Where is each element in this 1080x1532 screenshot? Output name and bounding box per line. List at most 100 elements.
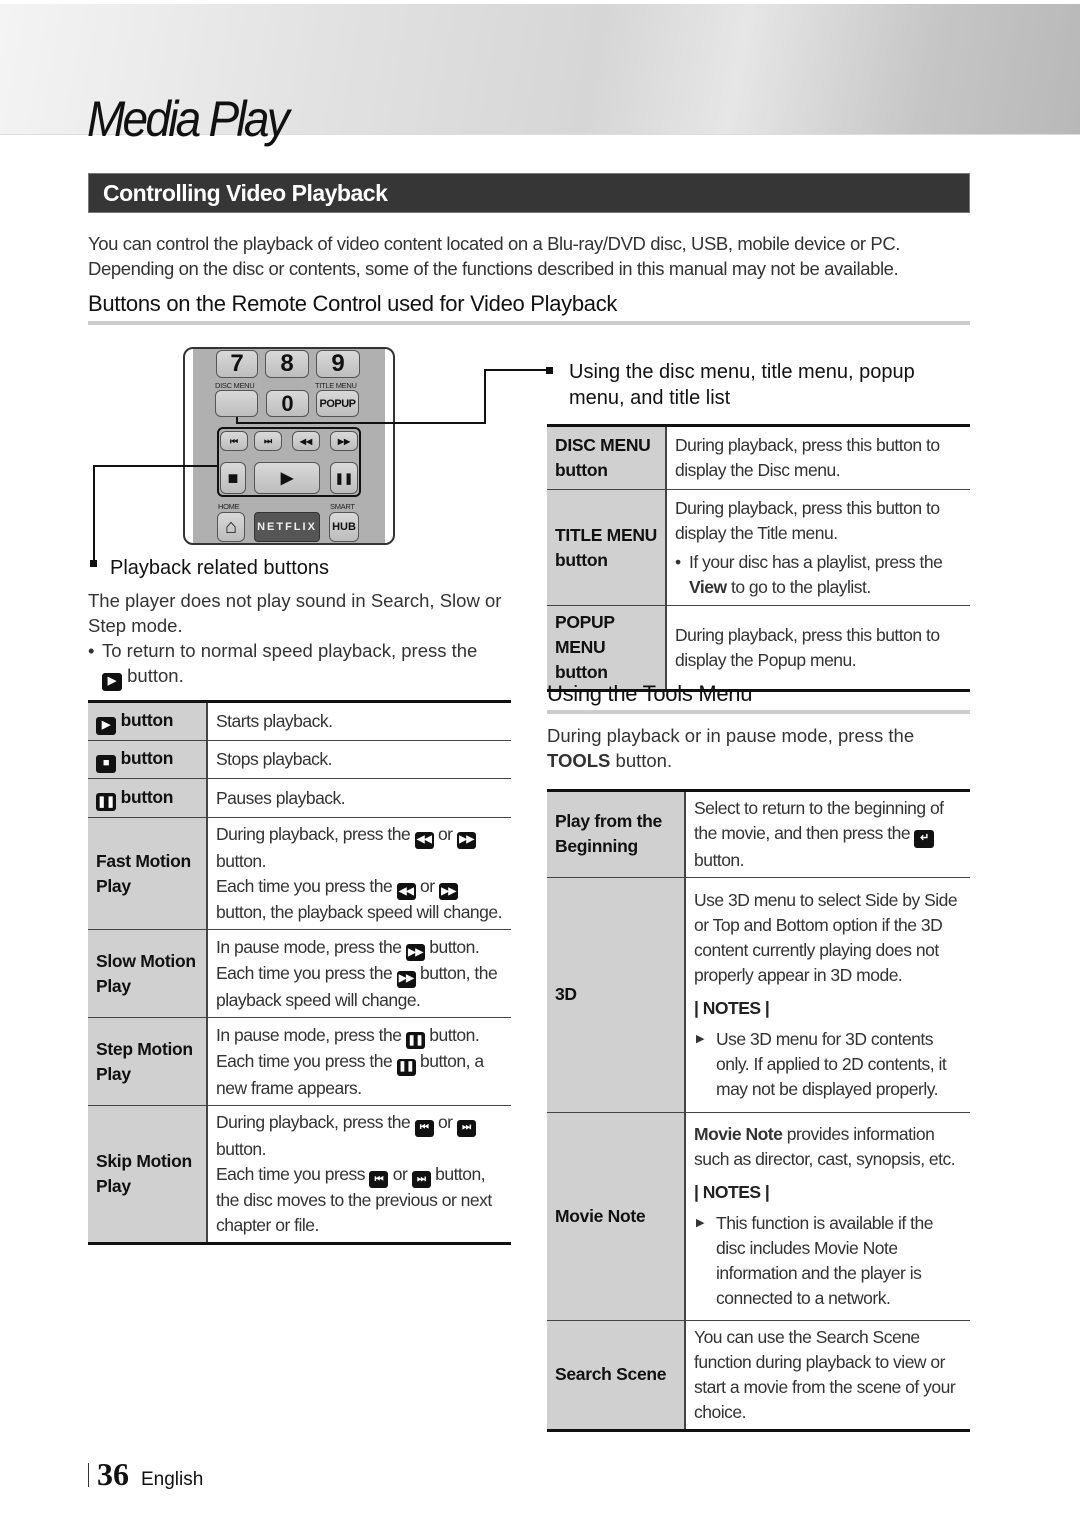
skip-forward-icon: ⏭: [254, 431, 282, 451]
row-value: During playback, press this button to di…: [675, 624, 940, 670]
row-value: During playback, press this button to di…: [675, 435, 940, 480]
remote-label-smart: SMART: [330, 502, 355, 511]
row-value: Select to return to the beginning of the…: [694, 798, 944, 870]
play-icon: ▶: [96, 716, 116, 735]
remote-key-0: 0: [266, 390, 309, 417]
table-row: TITLE MENU button During playback, press…: [547, 489, 970, 606]
table-row: Skip Motion Play During playback, press …: [88, 1105, 511, 1244]
table-row: POPUP MENU button During playback, press…: [547, 605, 970, 691]
playback-section-title: Playback related buttons: [110, 557, 330, 579]
tools-menu-table: Play from the Beginning Select to return…: [547, 789, 970, 1432]
connector-line: [484, 369, 486, 424]
skip-back-icon: ⏮: [414, 1119, 434, 1137]
row-key: Skip Motion Play: [88, 1105, 208, 1244]
skip-forward-icon: ⏭: [456, 1119, 476, 1137]
remote-key-8: 8: [265, 350, 309, 378]
row-key: DISC MENU button: [547, 425, 667, 490]
row-key: Step Motion Play: [88, 1017, 208, 1106]
subheading-remote-buttons: Buttons on the Remote Control used for V…: [88, 291, 618, 316]
page-footer: 36 English: [88, 1456, 203, 1493]
fast-forward-icon: ▶▶: [456, 831, 476, 849]
table-row: ❚❚ button Pauses playback.: [88, 778, 511, 818]
rewind-icon: ◀◀: [414, 831, 434, 849]
row-value: Movie Note provides information such as …: [685, 1112, 970, 1320]
callout-marker: [546, 367, 553, 374]
skip-back-icon: ⏮: [369, 1171, 389, 1188]
playback-buttons-table: ▶ button Starts playback. ■ button Stops…: [88, 700, 511, 1245]
play-icon: ▶: [254, 462, 320, 494]
pause-icon: ❚❚: [405, 1032, 425, 1049]
table-row: Search Scene You can use the Search Scen…: [547, 1320, 970, 1430]
row-value: Starts playback.: [216, 711, 333, 731]
table-row: Play from the Beginning Select to return…: [547, 790, 970, 877]
section-title: Controlling Video Playback: [103, 180, 388, 206]
remote-key-9: 9: [316, 350, 360, 378]
intro-paragraph: You can control the playback of video co…: [88, 233, 901, 279]
remote-key-popup: POPUP: [316, 390, 359, 417]
subheading-rule: [547, 710, 970, 714]
row-key: 3D: [547, 877, 686, 1112]
bullet-text: To return to normal speed playback, pres…: [102, 640, 478, 661]
home-icon: ⌂: [217, 512, 245, 542]
chapter-title: Media Play: [87, 91, 290, 147]
bullet-text: button.: [127, 665, 184, 686]
callout-marker: [90, 560, 97, 567]
row-value: Pauses playback.: [216, 787, 346, 808]
remote-key-disc-menu: [215, 390, 258, 417]
bullet-dot: •: [88, 640, 95, 661]
tools-section-title: Using the Tools Menu: [547, 681, 753, 706]
row-key: ▶ button: [88, 701, 208, 741]
page-number: 36: [97, 1456, 129, 1492]
pause-icon: ❚❚: [396, 1058, 416, 1076]
row-value: You can use the Search Scene function du…: [694, 1326, 956, 1422]
subheading-rule: [88, 321, 970, 325]
stop-icon: ■: [96, 754, 116, 773]
row-value: During playback, press the ⏮ or ⏭ button…: [216, 1112, 492, 1235]
fast-forward-icon: ▶▶: [396, 970, 416, 988]
row-key: Movie Note: [547, 1112, 686, 1320]
remote-label-home: HOME: [218, 502, 240, 511]
row-key: Slow Motion Play: [88, 929, 208, 1018]
remote-label-title-menu: TITLE MENU: [315, 381, 357, 390]
fast-forward-icon: ▶▶: [438, 883, 458, 900]
triangle-bullet-icon: ▶: [696, 1216, 704, 1229]
remote-key-hub: HUB: [329, 512, 359, 542]
row-key: POPUP MENU button: [547, 605, 667, 691]
row-value: In pause mode, press the ❚❚ button. Each…: [216, 1024, 484, 1098]
row-key: ❚❚ button: [88, 778, 208, 818]
remote-key-7: 7: [216, 350, 258, 378]
menu-section-title: Using the disc menu, title menu, popup m…: [569, 361, 915, 409]
connector-line: [484, 369, 546, 371]
row-value: In pause mode, press the ▶▶ button. Each…: [216, 936, 498, 1010]
row-key: ■ button: [88, 740, 208, 779]
table-row: DISC MENU button During playback, press …: [547, 425, 970, 490]
table-row: ▶ button Starts playback.: [88, 701, 511, 741]
playback-bullet: • To return to normal speed playback, pr…: [88, 638, 508, 691]
row-key: TITLE MENU button: [547, 489, 667, 606]
page-language: English: [141, 1469, 204, 1490]
note: ▶ This function is available if the disc …: [696, 1212, 933, 1308]
pause-icon: ❚❚: [330, 462, 358, 494]
row-key: Fast Motion Play: [88, 817, 208, 930]
stop-icon: ■: [220, 462, 246, 494]
remote-key-netflix: NETFLIX: [254, 512, 320, 542]
rewind-icon: ◀◀: [292, 431, 320, 451]
play-icon: ▶: [102, 672, 122, 691]
pause-icon: ❚❚: [96, 793, 116, 812]
row-key: Search Scene: [547, 1320, 686, 1430]
connector-line: [236, 422, 486, 424]
table-row: Slow Motion Play In pause mode, press th…: [88, 929, 511, 1018]
rewind-icon: ◀◀: [396, 883, 416, 900]
notes-label: | NOTES |: [694, 1181, 770, 1202]
bullet: • If your disc has a playlist, press the …: [675, 551, 943, 597]
tools-intro: During playback or in pause mode, press …: [547, 725, 915, 771]
table-row: Step Motion Play In pause mode, press th…: [88, 1017, 511, 1106]
row-value: Use 3D menu to select Side by Side or To…: [685, 877, 970, 1112]
playback-note: The player does not play sound in Search…: [88, 590, 502, 636]
table-row: 3D Use 3D menu to select Side by Side or…: [547, 877, 970, 1112]
section-title-bar: Controlling Video Playback: [88, 173, 970, 213]
triangle-bullet-icon: ▶: [696, 1032, 704, 1045]
fast-forward-icon: ▶▶: [405, 944, 425, 961]
footer-divider: [88, 1462, 89, 1487]
skip-back-icon: ⏮: [220, 431, 248, 451]
